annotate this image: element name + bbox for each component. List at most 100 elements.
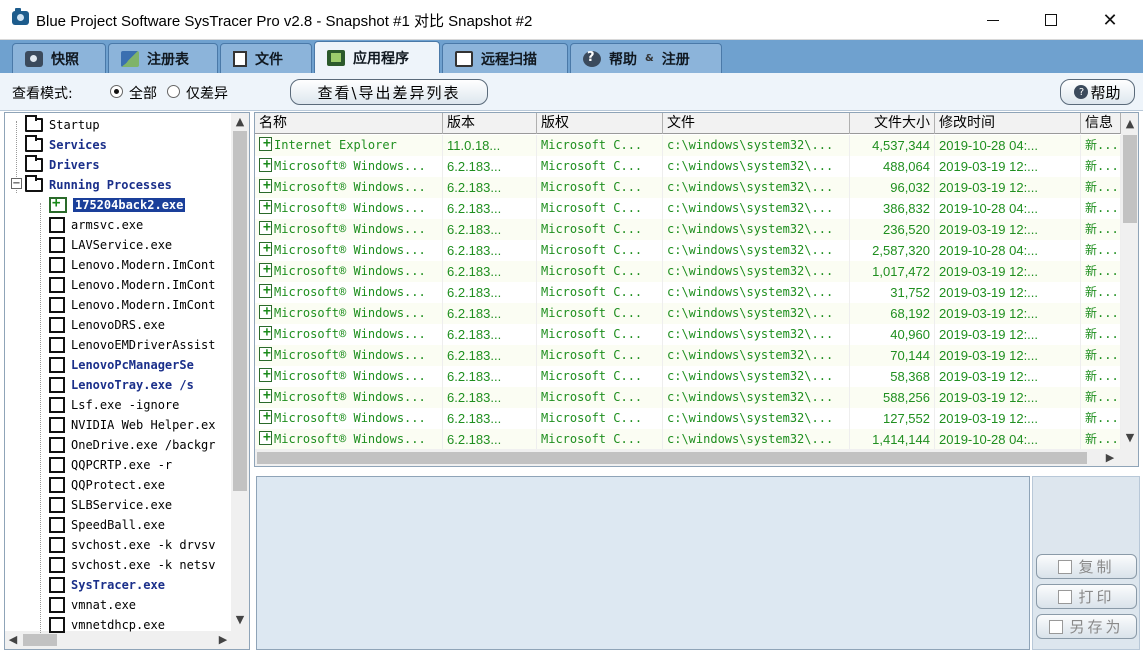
cell-name: Microsoft® Windows... bbox=[255, 429, 443, 450]
tree-item[interactable]: LAVService.exe bbox=[49, 235, 172, 255]
tree-item[interactable]: OneDrive.exe /backgr bbox=[49, 435, 216, 455]
category-tree[interactable]: − ▲ ▼ ◀ ▶ Startup Services Drivers Running … bbox=[4, 112, 250, 650]
radio-diff-only-label[interactable]: 仅差异 bbox=[186, 83, 228, 103]
tree-item[interactable]: vmnetdhcp.exe bbox=[49, 615, 165, 635]
table-row[interactable]: Internet Explorer 11.0.18...Microsoft C..… bbox=[255, 135, 1121, 156]
copy-button[interactable]: 复制 bbox=[1036, 554, 1137, 579]
table-row[interactable]: Microsoft® Windows... 6.2.183...Microsoft… bbox=[255, 408, 1121, 429]
table-vertical-scrollbar[interactable]: ▲ ▼ bbox=[1121, 113, 1138, 449]
tree-item[interactable]: svchost.exe -k drvsv bbox=[49, 535, 216, 555]
table-row[interactable]: Microsoft® Windows... 6.2.183...Microsoft… bbox=[255, 198, 1121, 219]
table-row[interactable]: Microsoft® Windows... 6.2.183...Microsoft… bbox=[255, 177, 1121, 198]
tab-applications[interactable]: 应用程序 bbox=[314, 41, 440, 73]
scroll-thumb[interactable] bbox=[233, 131, 247, 491]
tree-item[interactable]: QQPCRTP.exe -r bbox=[49, 455, 172, 475]
tree-item[interactable]: Drivers bbox=[25, 155, 100, 175]
tree-item[interactable]: SLBService.exe bbox=[49, 495, 172, 515]
tree-item[interactable]: LenovoEMDriverAssist bbox=[49, 335, 216, 355]
radio-all[interactable] bbox=[110, 85, 123, 98]
tab-bar: 快照 注册表 文件 应用程序 远程扫描 帮助 & 注册 bbox=[0, 40, 1143, 73]
table-row[interactable]: Microsoft® Windows... 6.2.183...Microsoft… bbox=[255, 261, 1121, 282]
cell-name: Microsoft® Windows... bbox=[255, 387, 443, 408]
print-button[interactable]: 打印 bbox=[1036, 584, 1137, 609]
tree-item[interactable]: Running Processes bbox=[25, 175, 172, 195]
scroll-down-arrow-icon[interactable]: ▼ bbox=[231, 613, 249, 626]
column-header-size[interactable]: 文件大小 bbox=[850, 113, 935, 134]
process-icon bbox=[49, 217, 65, 233]
tree-item[interactable]: LenovoPcManagerSe bbox=[49, 355, 194, 375]
tree-item[interactable]: LenovoTray.exe /s bbox=[49, 375, 194, 395]
table-row[interactable]: Microsoft® Windows... 6.2.183...Microsoft… bbox=[255, 345, 1121, 366]
minimize-button[interactable] bbox=[970, 0, 1016, 40]
close-button[interactable]: ✕ bbox=[1087, 0, 1133, 40]
cell-name: Microsoft® Windows... bbox=[255, 219, 443, 240]
table-row[interactable]: Microsoft® Windows... 6.2.183...Microsoft… bbox=[255, 282, 1121, 303]
column-header-file[interactable]: 文件 bbox=[663, 113, 850, 134]
table-row[interactable]: Microsoft® Windows... 6.2.183...Microsoft… bbox=[255, 219, 1121, 240]
export-diff-list-button[interactable]: 查看\导出差异列表 bbox=[290, 79, 488, 105]
cell-name-text: Microsoft® Windows... bbox=[274, 348, 426, 362]
tree-item[interactable]: QQProtect.exe bbox=[49, 475, 165, 495]
tree-item[interactable]: Lenovo.Modern.ImCont bbox=[49, 275, 216, 295]
tree-item[interactable]: 175204back2.exe bbox=[49, 195, 186, 215]
folder-icon bbox=[25, 115, 43, 132]
tree-item[interactable]: vmnat.exe bbox=[49, 595, 136, 615]
tab-registry[interactable]: 注册表 bbox=[108, 43, 218, 73]
tree-item[interactable]: Services bbox=[25, 135, 107, 155]
scroll-up-arrow-icon[interactable]: ▲ bbox=[1121, 117, 1138, 130]
save-as-button[interactable]: 另存为 bbox=[1036, 614, 1137, 639]
cell-info: 新... bbox=[1081, 429, 1121, 450]
cell-name: Internet Explorer bbox=[255, 135, 443, 156]
column-header-info[interactable]: 信息 bbox=[1081, 113, 1121, 134]
tree-item[interactable]: Lenovo.Modern.ImCont bbox=[49, 255, 216, 275]
cell-name-text: Microsoft® Windows... bbox=[274, 201, 426, 215]
table-horizontal-scrollbar[interactable]: ▶ bbox=[255, 449, 1138, 466]
scroll-right-arrow-icon[interactable]: ▶ bbox=[1103, 451, 1117, 464]
scroll-up-arrow-icon[interactable]: ▲ bbox=[231, 115, 249, 128]
table-row[interactable]: Microsoft® Windows... 6.2.183...Microsoft… bbox=[255, 324, 1121, 345]
tab-snapshot[interactable]: 快照 bbox=[12, 43, 106, 73]
table-row[interactable]: Microsoft® Windows... 6.2.183...Microsoft… bbox=[255, 303, 1121, 324]
scroll-thumb[interactable] bbox=[1123, 135, 1137, 223]
table-row[interactable]: Microsoft® Windows... 6.2.183...Microsoft… bbox=[255, 387, 1121, 408]
tree-item[interactable]: LenovoDRS.exe bbox=[49, 315, 165, 335]
table-row[interactable]: Microsoft® Windows... 6.2.183...Microsoft… bbox=[255, 156, 1121, 177]
cell-copyright: Microsoft C... bbox=[537, 282, 663, 303]
scroll-thumb[interactable] bbox=[23, 634, 57, 646]
radio-all-label[interactable]: 全部 bbox=[129, 83, 157, 103]
scroll-down-arrow-icon[interactable]: ▼ bbox=[1121, 431, 1138, 444]
table-row[interactable]: Microsoft® Windows... 6.2.183...Microsoft… bbox=[255, 240, 1121, 261]
scroll-left-arrow-icon[interactable]: ◀ bbox=[7, 633, 19, 646]
tab-files[interactable]: 文件 bbox=[220, 43, 312, 73]
tree-item-label: svchost.exe -k netsv bbox=[71, 558, 216, 572]
column-header-modified[interactable]: 修改时间 bbox=[935, 113, 1081, 134]
tab-help-register[interactable]: 帮助 & 注册 bbox=[570, 43, 722, 73]
column-header-copyright[interactable]: 版权 bbox=[537, 113, 663, 134]
scroll-right-arrow-icon[interactable]: ▶ bbox=[217, 633, 229, 646]
tree-item[interactable]: Lenovo.Modern.ImCont bbox=[49, 295, 216, 315]
help-button[interactable]: ? 帮助 bbox=[1060, 79, 1135, 105]
close-icon: ✕ bbox=[1102, 9, 1118, 31]
column-header-version[interactable]: 版本 bbox=[443, 113, 537, 134]
table-row[interactable]: Microsoft® Windows... 6.2.183...Microsoft… bbox=[255, 366, 1121, 387]
collapse-toggle[interactable]: − bbox=[11, 178, 22, 189]
tree-item[interactable]: SpeedBall.exe bbox=[49, 515, 165, 535]
table-row[interactable]: Microsoft® Windows... 6.2.183...Microsoft… bbox=[255, 429, 1121, 450]
tree-item-label: NVIDIA Web Helper.ex bbox=[71, 418, 216, 432]
tree-item[interactable]: Startup bbox=[25, 115, 100, 135]
cell-info: 新... bbox=[1081, 408, 1121, 429]
tree-item[interactable]: armsvc.exe bbox=[49, 215, 143, 235]
cell-size: 70,144 bbox=[850, 345, 935, 366]
radio-diff-only[interactable] bbox=[167, 85, 180, 98]
tree-vertical-scrollbar[interactable]: ▲ ▼ bbox=[231, 113, 249, 631]
tree-item[interactable]: SysTracer.exe bbox=[49, 575, 165, 595]
tab-remote-scan[interactable]: 远程扫描 bbox=[442, 43, 568, 73]
scroll-thumb[interactable] bbox=[257, 452, 1087, 464]
maximize-button[interactable] bbox=[1028, 0, 1074, 40]
cell-modified: 2019-10-28 04:... bbox=[935, 135, 1081, 156]
tree-item[interactable]: Lsf.exe -ignore bbox=[49, 395, 179, 415]
column-header-name[interactable]: 名称 bbox=[255, 113, 443, 134]
tree-item[interactable]: NVIDIA Web Helper.ex bbox=[49, 415, 216, 435]
tree-item[interactable]: svchost.exe -k netsv bbox=[49, 555, 216, 575]
new-item-icon bbox=[259, 135, 272, 154]
